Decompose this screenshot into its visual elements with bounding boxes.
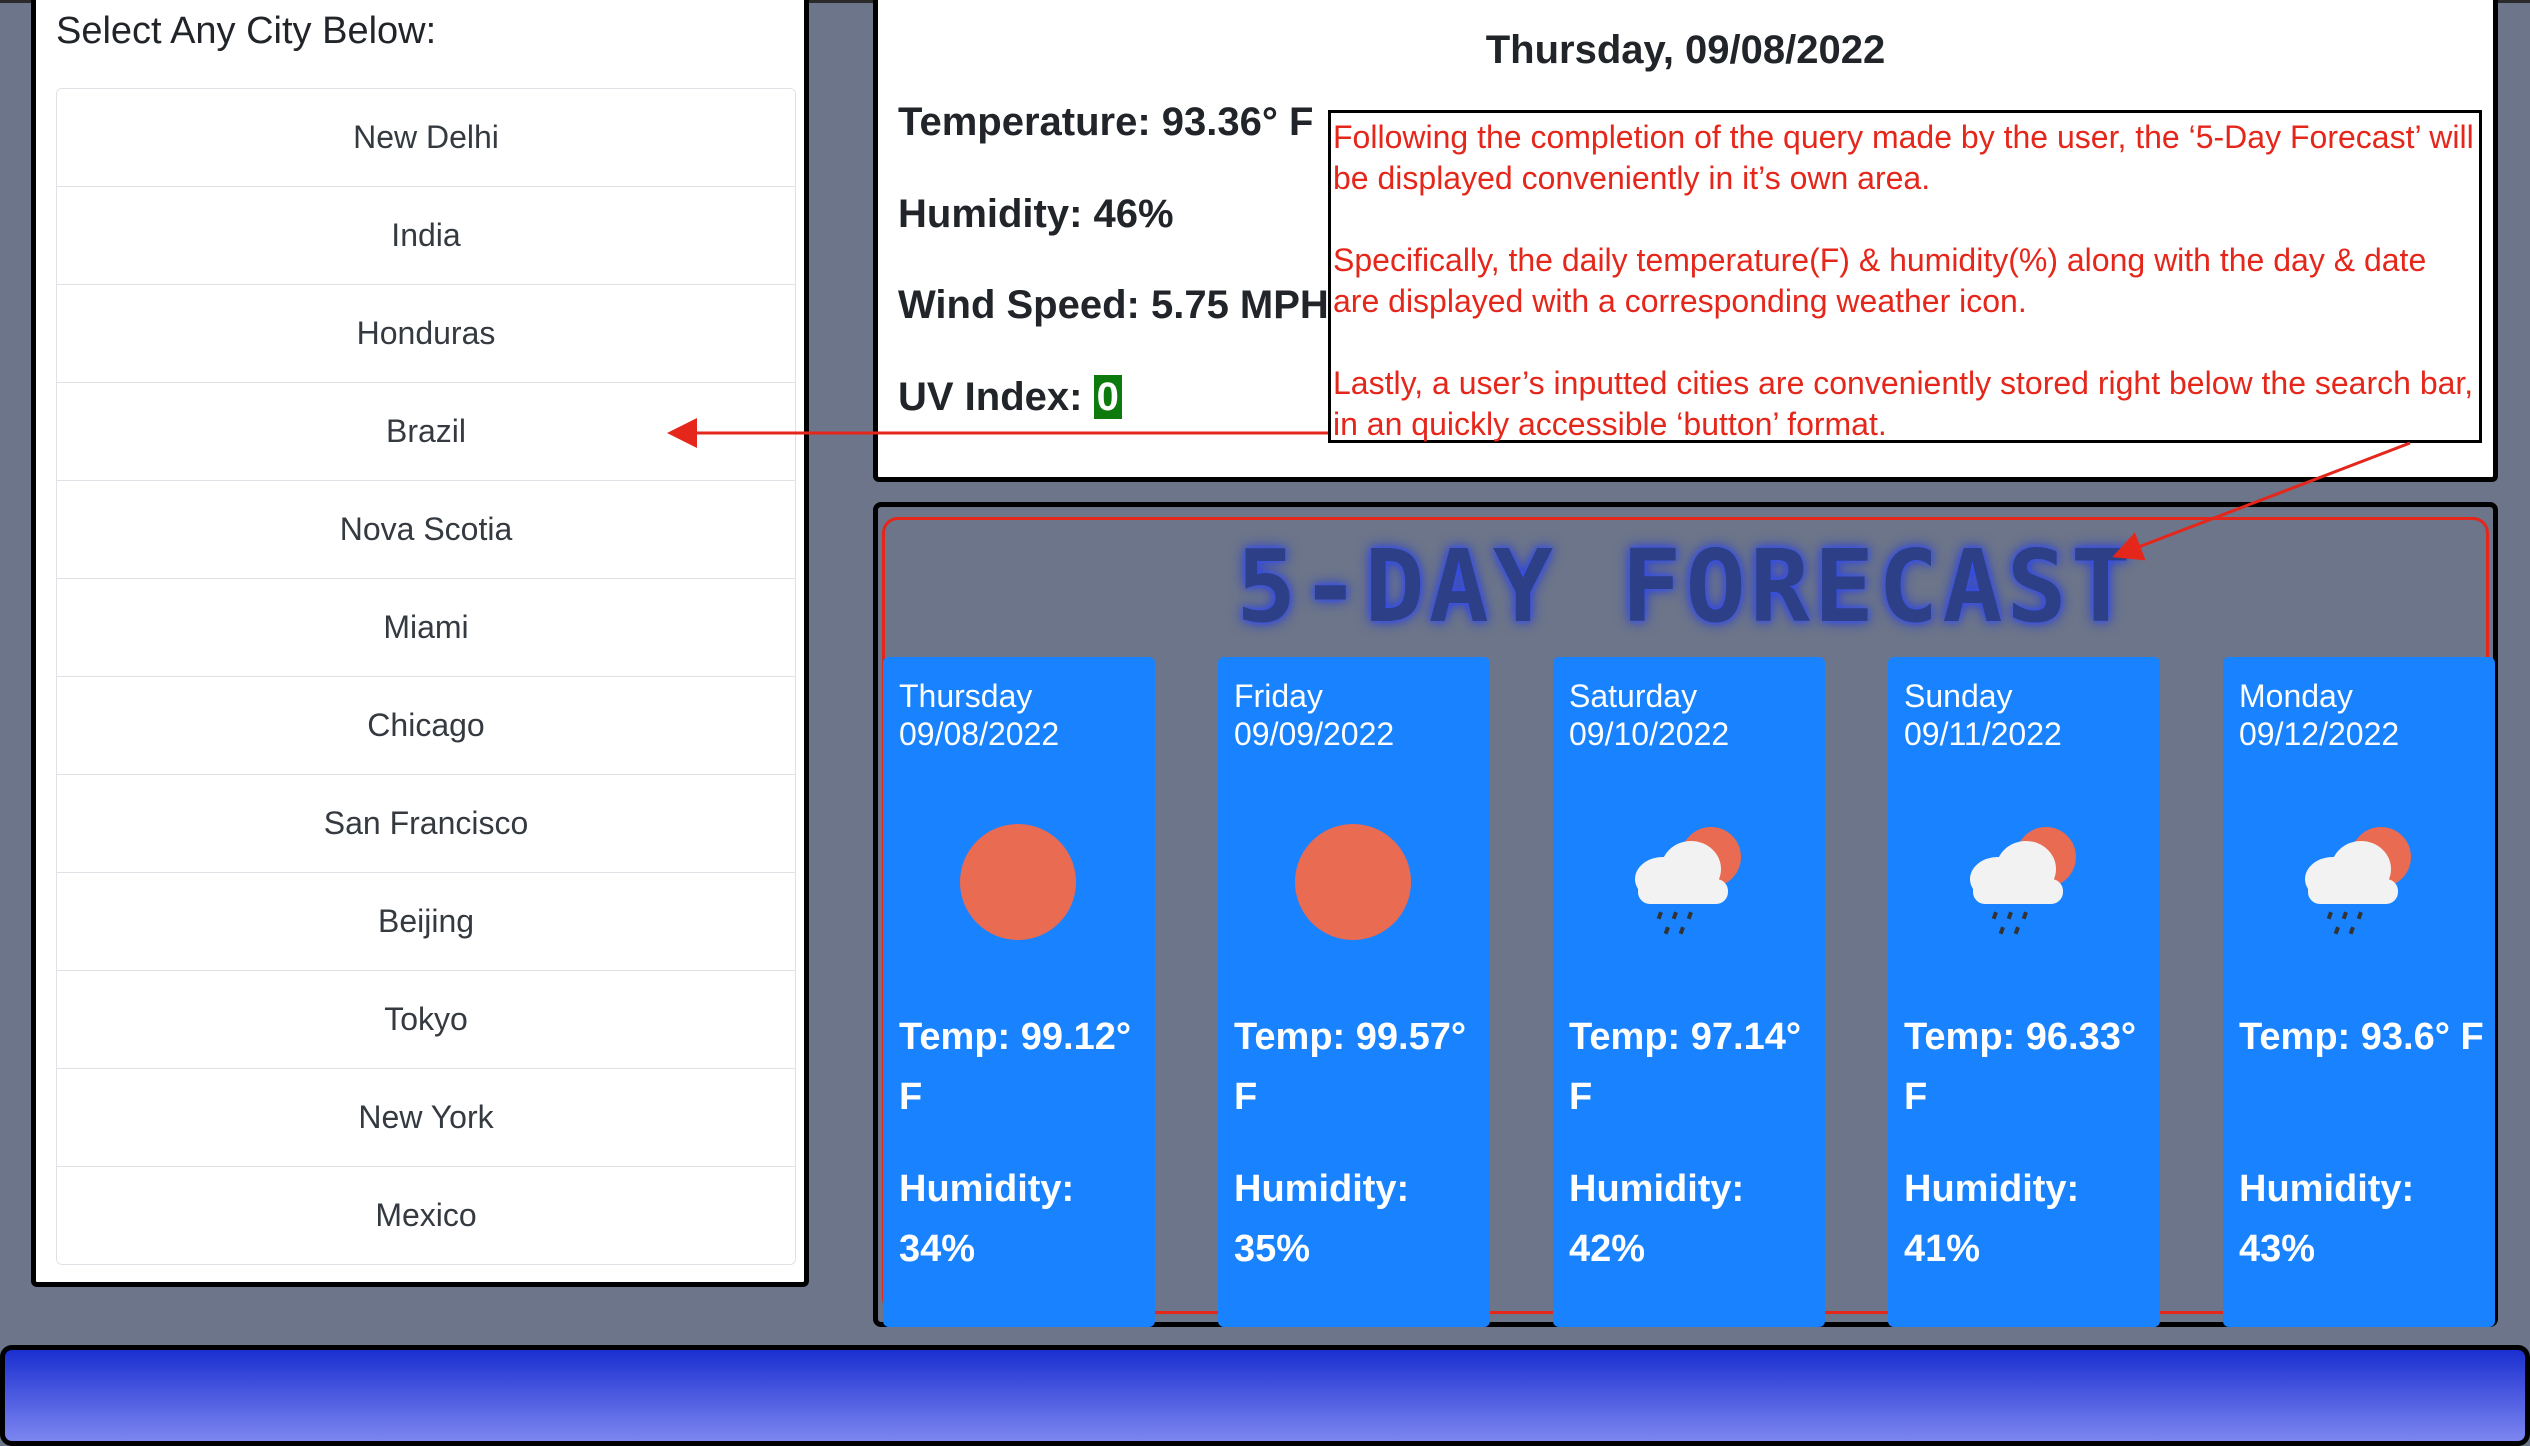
city-button[interactable]: Beijing <box>57 873 795 971</box>
forecast-temp: Temp: 96.33° F <box>1904 1016 2137 1118</box>
city-button[interactable]: Miami <box>57 579 795 677</box>
city-button[interactable]: New York <box>57 1069 795 1167</box>
uv-badge: 0 <box>1093 375 1122 419</box>
forecast-day: Saturday <box>1569 678 1698 714</box>
current-temperature: Temperature: 93.36° F <box>898 100 1314 144</box>
annotation-paragraph: Following the completion of the query ma… <box>1333 119 2474 196</box>
forecast-humidity: Humidity: 43% <box>2239 1168 2415 1270</box>
forecast-day: Friday <box>1234 678 1323 714</box>
forecast-humidity: Humidity: 42% <box>1569 1168 1745 1270</box>
current-wind-speed: Wind Speed: 5.75 MPH <box>898 283 1329 327</box>
forecast-date: 09/10/2022 <box>1569 716 1730 752</box>
annotation-box: Following the completion of the query ma… <box>1328 110 2482 443</box>
forecast-day: Thursday <box>899 678 1033 714</box>
rain-cloud-sun-icon <box>1635 827 1741 935</box>
forecast-card: Friday 09/09/2022 Temp: 99.57° F Humidity… <box>1218 657 1490 1327</box>
forecast-humidity: Humidity: 34% <box>899 1168 1075 1270</box>
city-button[interactable]: Mexico <box>57 1167 795 1264</box>
city-sidebar: Select Any City Below: New Delhi India H… <box>31 0 809 1287</box>
forecast-day: Monday <box>2239 678 2353 714</box>
forecast-card: Saturday 09/10/2022 Temp: 97.14° F Humidi… <box>1553 657 1825 1327</box>
annotation-paragraph: Specifically, the daily temperature(F) &… <box>1333 242 2427 319</box>
forecast-card: Thursday 09/08/2022 Temp: 99.12° F Humidi… <box>883 657 1155 1327</box>
forecast-panel: 5-DAY FORECAST Thursday 09/08/2022 Temp: … <box>873 502 2498 1327</box>
footer-bar <box>0 1345 2530 1446</box>
city-button[interactable]: San Francisco <box>57 775 795 873</box>
city-button[interactable]: India <box>57 187 795 285</box>
forecast-title: 5-DAY FORECAST <box>1236 528 2135 645</box>
forecast-date: 09/09/2022 <box>1234 716 1395 752</box>
forecast-humidity: Humidity: 41% <box>1904 1168 2080 1270</box>
sun-icon <box>960 824 1076 940</box>
city-button[interactable]: Chicago <box>57 677 795 775</box>
forecast-temp: Temp: 93.6° F <box>2239 1016 2484 1058</box>
uv-label: UV Index: <box>898 375 1083 419</box>
forecast-day: Sunday <box>1904 678 2013 714</box>
forecast-card: Sunday 09/11/2022 Temp: 96.33° F Humidity… <box>1888 657 2160 1327</box>
current-humidity: Humidity: 46% <box>898 192 1174 236</box>
city-button[interactable]: Nova Scotia <box>57 481 795 579</box>
city-button[interactable]: Brazil <box>57 383 795 481</box>
city-button[interactable]: New Delhi <box>57 89 795 187</box>
current-uv-index: UV Index: 0 <box>898 375 1122 420</box>
forecast-card: Monday 09/12/2022 Temp: 93.6° F Humidity:… <box>2223 657 2495 1327</box>
sun-icon <box>1295 824 1411 940</box>
forecast-date: 09/08/2022 <box>899 716 1060 752</box>
forecast-temp: Temp: 97.14° F <box>1569 1016 1802 1118</box>
forecast-temp: Temp: 99.12° F <box>899 1016 1132 1118</box>
city-button[interactable]: Honduras <box>57 285 795 383</box>
rain-cloud-sun-icon <box>1970 827 2076 935</box>
rain-cloud-sun-icon <box>2305 827 2411 935</box>
forecast-date: 09/12/2022 <box>2239 716 2400 752</box>
city-button[interactable]: Tokyo <box>57 971 795 1069</box>
forecast-temp: Temp: 99.57° F <box>1234 1016 1467 1118</box>
city-history-list: New Delhi India Honduras Brazil Nova Sco… <box>56 88 796 1265</box>
forecast-date: 09/11/2022 <box>1904 716 2062 752</box>
forecast-humidity: Humidity: 35% <box>1234 1168 1410 1270</box>
sidebar-title: Select Any City Below: <box>56 10 437 52</box>
annotation-paragraph: Lastly, a user’s inputted cities are con… <box>1333 365 2474 442</box>
current-date: Thursday, 09/08/2022 <box>1485 28 1886 72</box>
